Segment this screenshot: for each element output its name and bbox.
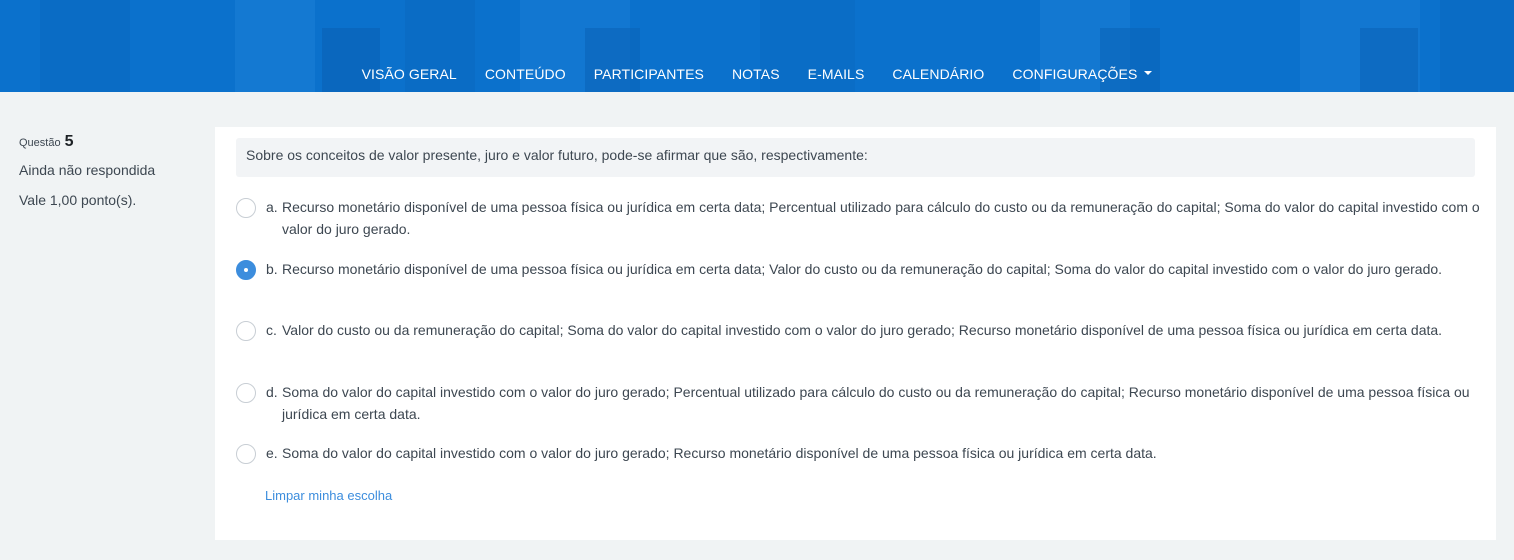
course-header-banner: VISÃO GERAL CONTEÚDO PARTICIPANTES NOTAS…: [0, 0, 1514, 92]
radio-a[interactable]: [236, 198, 256, 218]
clear-choice-link[interactable]: Limpar minha escolha: [265, 488, 392, 503]
nav-overview[interactable]: VISÃO GERAL: [362, 62, 457, 86]
question-card: Sobre os conceitos de valor presente, ju…: [215, 127, 1496, 540]
answer-text: Soma do valor do capital investido com o…: [282, 384, 1470, 422]
nav-participants[interactable]: PARTICIPANTES: [594, 62, 704, 86]
answer-option-b[interactable]: b. Recurso monetário disponível de uma p…: [236, 260, 1481, 280]
question-label: Questão: [19, 137, 61, 149]
answer-letter: b.: [266, 261, 278, 277]
radio-d[interactable]: [236, 383, 256, 403]
answer-text: Recurso monetário disponível de uma pess…: [282, 199, 1480, 237]
answer-text: Soma do valor do capital investido com o…: [282, 445, 1157, 461]
nav-calendar[interactable]: CALENDÁRIO: [892, 62, 984, 86]
answer-option-a[interactable]: a. Recurso monetário disponível de uma p…: [236, 198, 1481, 240]
caret-down-icon: [1144, 71, 1153, 75]
question-state: Ainda não respondida: [19, 162, 156, 178]
question-number: 5: [64, 133, 74, 150]
question-info: Questão 5 Ainda não respondida Vale 1,00…: [19, 133, 199, 208]
radio-c[interactable]: [236, 321, 256, 341]
answer-text: Recurso monetário disponível de uma pess…: [282, 261, 1443, 277]
radio-e[interactable]: [236, 444, 256, 464]
question-text: Sobre os conceitos de valor presente, ju…: [236, 138, 1475, 177]
answer-option-d[interactable]: d. Soma do valor do capital investido co…: [236, 383, 1481, 425]
answer-letter: a.: [266, 199, 278, 215]
radio-b-selected[interactable]: [236, 260, 256, 280]
answer-text: Valor do custo ou da remuneração do capi…: [282, 322, 1443, 338]
nav-settings[interactable]: CONFIGURAÇÕES: [1012, 62, 1153, 86]
answer-letter: c.: [266, 322, 277, 338]
answer-option-c[interactable]: c. Valor do custo ou da remuneração do c…: [236, 321, 1481, 341]
answer-letter: e.: [266, 445, 278, 461]
course-nav: VISÃO GERAL CONTEÚDO PARTICIPANTES NOTAS…: [0, 62, 1514, 86]
nav-grades[interactable]: NOTAS: [732, 62, 780, 86]
question-grade: Vale 1,00 ponto(s).: [19, 192, 137, 208]
question-number-line: Questão 5: [19, 133, 199, 153]
answer-letter: d.: [266, 384, 278, 400]
nav-settings-label: CONFIGURAÇÕES: [1012, 66, 1138, 82]
nav-content[interactable]: CONTEÚDO: [485, 62, 566, 86]
nav-emails[interactable]: E-MAILS: [808, 62, 865, 86]
answer-option-e[interactable]: e. Soma do valor do capital investido co…: [236, 444, 1481, 464]
